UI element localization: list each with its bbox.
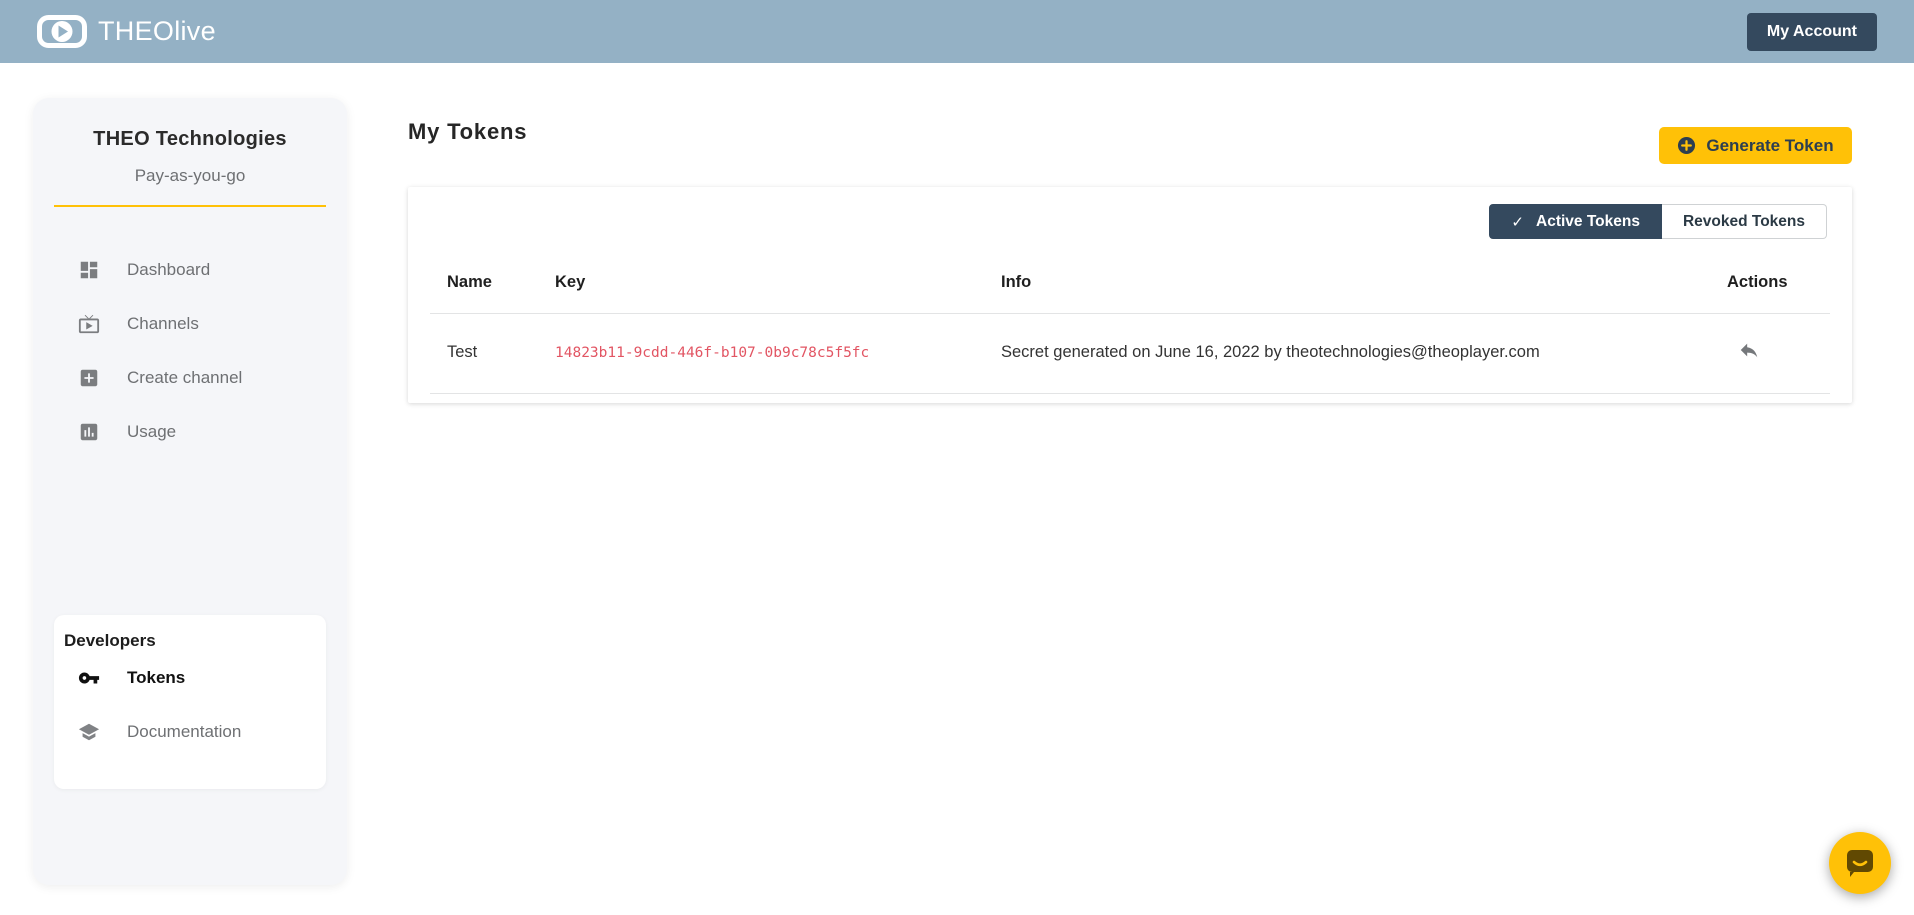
yellow-divider xyxy=(54,205,326,207)
column-header-info: Info xyxy=(1001,273,1031,292)
plus-circle-icon xyxy=(1677,136,1696,155)
sidebar-item-label: Channels xyxy=(127,314,199,334)
theolive-logo: THEOlive xyxy=(37,15,216,48)
tab-label: Active Tokens xyxy=(1536,213,1640,231)
top-header-bar: THEOlive My Account xyxy=(0,0,1914,63)
chat-bubble-icon xyxy=(1845,849,1875,878)
sidebar-item-label: Create channel xyxy=(127,368,242,388)
generate-token-label: Generate Token xyxy=(1706,136,1833,156)
bar-chart-icon xyxy=(78,421,100,443)
sidebar-item-label: Documentation xyxy=(127,722,241,742)
brand-name: THEOlive xyxy=(98,16,216,47)
my-account-button[interactable]: My Account xyxy=(1747,13,1877,51)
organization-name: THEO Technologies xyxy=(33,128,347,151)
tab-label: Revoked Tokens xyxy=(1683,213,1805,231)
column-header-name: Name xyxy=(447,273,492,292)
revoke-reply-icon xyxy=(1738,339,1760,361)
sidebar-item-documentation[interactable]: Documentation xyxy=(54,705,326,759)
page-title: My Tokens xyxy=(408,119,527,145)
table-header-divider xyxy=(430,313,1830,314)
live-tv-icon xyxy=(78,313,100,335)
developers-title: Developers xyxy=(64,631,326,651)
plan-name: Pay-as-you-go xyxy=(33,166,347,186)
sidebar-item-create-channel[interactable]: Create channel xyxy=(33,351,347,405)
sidebar-item-dashboard[interactable]: Dashboard xyxy=(33,243,347,297)
chat-launcher-button[interactable] xyxy=(1829,832,1891,894)
check-icon: ✓ xyxy=(1511,213,1524,231)
token-info-cell: Secret generated on June 16, 2022 by the… xyxy=(1001,343,1540,362)
key-icon xyxy=(78,667,100,689)
generate-token-button[interactable]: Generate Token xyxy=(1659,127,1852,164)
sidebar-item-label: Usage xyxy=(127,422,176,442)
add-box-icon xyxy=(78,367,100,389)
sidebar-nav: Dashboard Channels Create channel Usage xyxy=(33,243,347,459)
sidebar-item-label: Tokens xyxy=(127,668,185,688)
dashboard-icon xyxy=(78,259,100,281)
tokens-card: ✓ Active Tokens Revoked Tokens Name Key … xyxy=(408,187,1852,403)
tab-active-tokens[interactable]: ✓ Active Tokens xyxy=(1489,204,1662,239)
sidebar-item-tokens[interactable]: Tokens xyxy=(54,651,326,705)
column-header-key: Key xyxy=(555,273,585,292)
token-name-cell: Test xyxy=(447,343,477,362)
play-logo-icon xyxy=(37,15,87,48)
revoke-token-button[interactable] xyxy=(1738,339,1760,364)
sidebar: THEO Technologies Pay-as-you-go Dashboar… xyxy=(33,98,347,885)
table-row-divider xyxy=(430,393,1830,394)
sidebar-item-channels[interactable]: Channels xyxy=(33,297,347,351)
graduation-cap-icon xyxy=(78,721,100,743)
column-header-actions: Actions xyxy=(1727,273,1788,292)
token-tabs: ✓ Active Tokens Revoked Tokens xyxy=(1489,204,1827,239)
sidebar-item-usage[interactable]: Usage xyxy=(33,405,347,459)
sidebar-item-label: Dashboard xyxy=(127,260,210,280)
developers-section: Developers Tokens Documentation xyxy=(54,615,326,789)
token-key-cell: 14823b11-9cdd-446f-b107-0b9c78c5f5fc xyxy=(555,345,869,361)
tab-revoked-tokens[interactable]: Revoked Tokens xyxy=(1662,204,1827,239)
